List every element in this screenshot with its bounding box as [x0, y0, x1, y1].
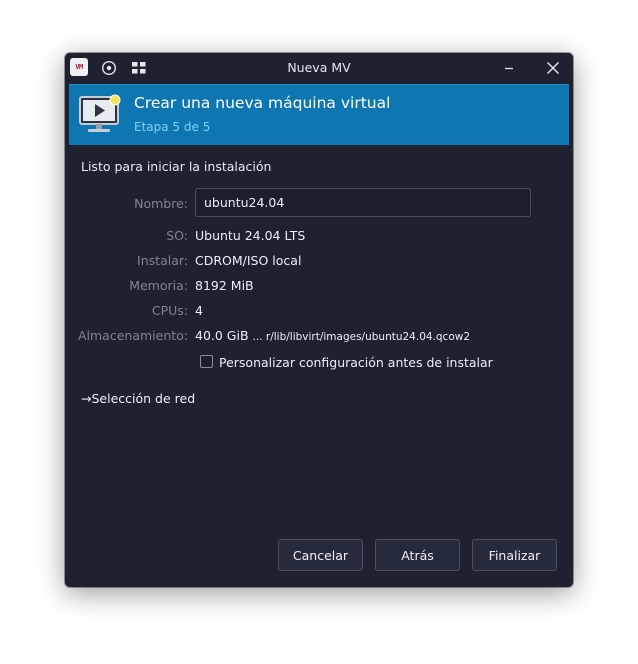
- new-vm-monitor-icon: [79, 94, 121, 132]
- install-label: Instalar:: [137, 253, 188, 268]
- network-expander-label: Selección de red: [91, 391, 196, 406]
- new-vm-dialog: VM Nueva MV Crear una nueva máquina virt…: [65, 53, 573, 587]
- os-value: Ubuntu 24.04 LTS: [195, 228, 306, 243]
- close-icon[interactable]: [543, 58, 563, 78]
- customize-checkbox-label[interactable]: Personalizar configuración antes de inst…: [219, 355, 493, 370]
- name-label: Nombre:: [134, 196, 188, 211]
- memory-value: 8192 MiB: [195, 278, 254, 293]
- finish-button[interactable]: Finalizar: [472, 539, 557, 571]
- minimize-icon[interactable]: [499, 58, 519, 78]
- install-value: CDROM/ISO local: [195, 253, 302, 268]
- arrow-right-icon: →: [81, 391, 92, 406]
- ready-heading: Listo para iniciar la instalación: [81, 159, 272, 174]
- title-bar[interactable]: VM Nueva MV: [65, 53, 573, 83]
- memory-label: Memoria:: [129, 278, 188, 293]
- storage-size: 40.0 GiB: [195, 328, 249, 343]
- storage-path: ... r/lib/libvirt/images/ubuntu24.04.qco…: [252, 331, 471, 343]
- storage-value: 40.0 GiB ... r/lib/libvirt/images/ubuntu…: [195, 328, 470, 343]
- cpus-label: CPUs:: [151, 303, 188, 318]
- back-button[interactable]: Atrás: [375, 539, 460, 571]
- cancel-button[interactable]: Cancelar: [278, 539, 363, 571]
- vm-name-input[interactable]: [195, 188, 531, 217]
- banner-title: Crear una nueva máquina virtual: [134, 94, 391, 112]
- customize-checkbox[interactable]: [200, 355, 213, 368]
- cpus-value: 4: [195, 303, 203, 318]
- wizard-banner: Crear una nueva máquina virtual Etapa 5 …: [69, 84, 569, 145]
- network-expander[interactable]: →Selección de red: [81, 391, 195, 406]
- banner-subtitle: Etapa 5 de 5: [134, 120, 211, 134]
- os-label: SO:: [166, 228, 188, 243]
- window-title: Nueva MV: [287, 60, 351, 75]
- storage-label: Almacenamiento:: [77, 328, 188, 343]
